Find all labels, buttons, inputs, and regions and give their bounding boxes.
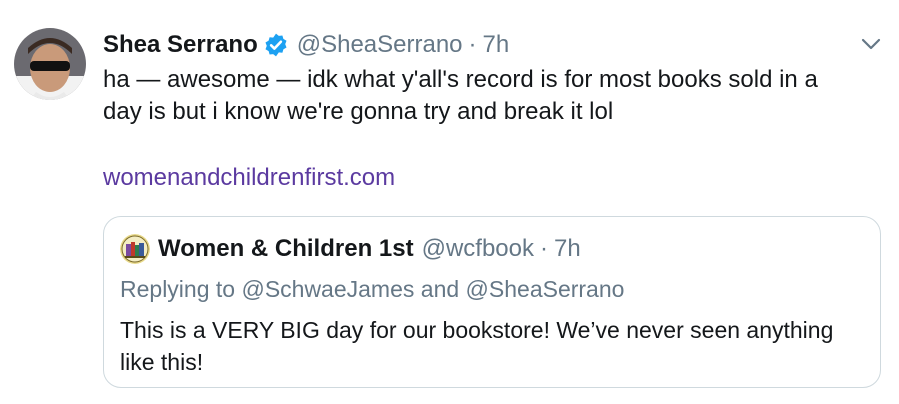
quoted-author-name[interactable]: Women & Children 1st (158, 232, 414, 266)
quoted-author-avatar[interactable] (120, 234, 150, 264)
tweet-text: ha — awesome — idk what y'all's record i… (103, 66, 818, 125)
author-name[interactable]: Shea Serrano (103, 28, 258, 62)
mention-sheaserrano[interactable]: @SheaSerrano (466, 276, 625, 302)
quoted-author-handle[interactable]: @wcfbook (422, 232, 534, 266)
tweet-link[interactable]: womenandchildrenfirst.com (103, 161, 395, 195)
bookstore-logo-icon (120, 234, 150, 264)
replying-to-line: Replying to @SchwaeJames and @SheaSerran… (120, 273, 624, 305)
verified-badge-icon (263, 32, 289, 58)
author-handle[interactable]: @SheaSerrano (297, 28, 463, 62)
replying-prefix: Replying to (120, 276, 236, 302)
quoted-tweet-text: This is a VERY BIG day for our bookstore… (120, 317, 834, 375)
quoted-separator-dot: · (540, 235, 548, 262)
tweet: Shea Serrano @SheaSerrano · 7h ha — awes… (0, 0, 899, 404)
user-avatar-icon (14, 28, 86, 100)
tweet-header: Shea Serrano @SheaSerrano · 7h (103, 28, 509, 62)
author-avatar[interactable] (14, 28, 86, 100)
mention-schwaejames[interactable]: @SchwaeJames (241, 276, 414, 302)
tweet-timestamp[interactable]: 7h (483, 28, 510, 62)
tweet-menu-button[interactable] (860, 36, 882, 52)
replying-and: and (420, 276, 460, 302)
chevron-down-icon (861, 38, 881, 50)
quoted-timestamp[interactable]: 7h (554, 232, 581, 266)
separator-dot: · (468, 31, 477, 58)
quoted-tweet[interactable]: Women & Children 1st @wcfbook · 7h Reply… (103, 216, 881, 388)
quoted-tweet-header: Women & Children 1st @wcfbook · 7h (120, 232, 581, 266)
